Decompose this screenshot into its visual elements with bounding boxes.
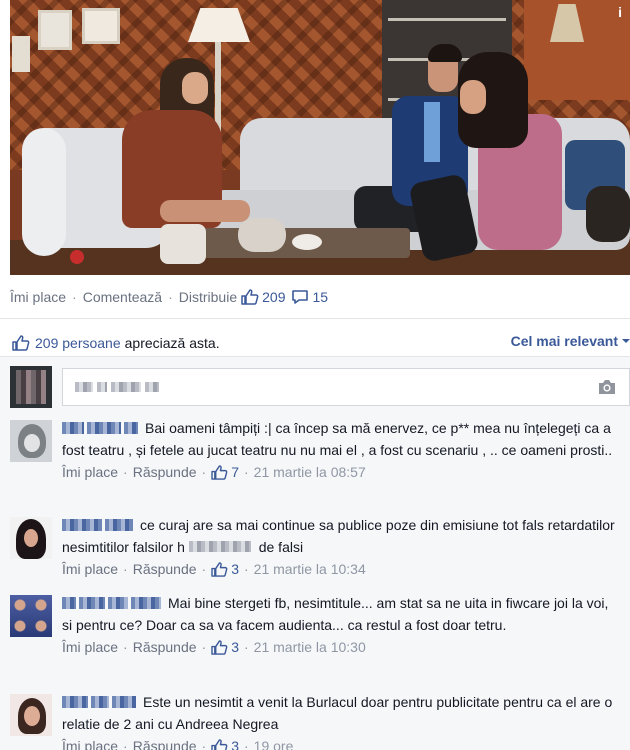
redacted-name (111, 382, 141, 392)
avatar[interactable] (10, 517, 52, 559)
picture-frame (12, 36, 30, 72)
separator-dot: · (168, 289, 173, 305)
like-count[interactable]: 209 (241, 289, 285, 305)
speech-bubble-icon (291, 289, 309, 305)
redacted-name (75, 382, 93, 392)
person-face (460, 80, 486, 114)
thumbs-up-icon (12, 335, 30, 351)
comment-count[interactable]: 15 (291, 289, 328, 305)
comment-meta: Îmi place · Răspunde · 3 · 21 martie la … (62, 559, 622, 581)
comment-meta: Îmi place · Răspunde · 3 · 19 ore (62, 736, 622, 750)
comment-body: ce curaj are sa mai continue sa publice … (62, 515, 622, 581)
comment-text: ce curaj are sa mai continue sa publice … (62, 517, 615, 555)
avatar[interactable] (10, 595, 52, 637)
comment-body: Bai oameni tâmpiți :| ca încep sa mă ene… (62, 418, 622, 484)
person-legs (160, 200, 250, 222)
like-link[interactable]: Îmi place (10, 289, 66, 305)
teacup (292, 234, 322, 250)
separator-dot: · (72, 289, 77, 305)
comment-author[interactable] (62, 516, 136, 537)
comment-meta: Îmi place · Răspunde · 3 · 21 martie la … (62, 637, 622, 659)
comment-reply-link[interactable]: Răspunde (133, 462, 197, 483)
comment-reply-link[interactable]: Răspunde (133, 736, 197, 750)
comment-like-count[interactable]: 3 (211, 637, 239, 658)
comment-like-count[interactable]: 7 (211, 462, 239, 483)
divider (0, 318, 630, 319)
teapot (160, 224, 206, 264)
comment-link[interactable]: Comentează (83, 289, 162, 305)
likers-link[interactable]: 209 persoane (35, 335, 121, 351)
like-count-value: 209 (262, 289, 286, 305)
likes-summary: 209 persoane apreciază asta. Cel mai rel… (12, 333, 630, 353)
comment-author[interactable] (62, 594, 164, 615)
comment-like-link[interactable]: Îmi place (62, 637, 118, 658)
comment-reply-link[interactable]: Răspunde (133, 559, 197, 580)
comment-author[interactable] (62, 419, 141, 440)
comment-timestamp[interactable]: 21 martie la 10:30 (254, 637, 366, 658)
avatar (10, 366, 52, 408)
sort-dropdown[interactable]: Cel mai relevant (511, 333, 630, 349)
teapot (238, 218, 286, 252)
comment-text: Bai oameni tâmpiți :| ca încep sa mă ene… (62, 420, 613, 458)
person-hair (428, 44, 462, 62)
comment-author[interactable] (62, 693, 139, 714)
comment-timestamp[interactable]: 19 ore (254, 736, 294, 750)
comment-timestamp[interactable]: 21 martie la 08:57 (254, 462, 366, 483)
share-link[interactable]: Distribuie (179, 289, 237, 305)
thumbs-up-icon (211, 640, 228, 656)
comment-like-count[interactable]: 3 (211, 559, 239, 580)
comment-like-count[interactable]: 3 (211, 736, 239, 750)
comment-meta: Îmi place · Răspunde · 7 · 21 martie la … (62, 462, 622, 484)
sort-label: Cel mai relevant (510, 333, 618, 349)
comment-like-link[interactable]: Îmi place (62, 559, 118, 580)
avatar[interactable] (10, 420, 52, 462)
comment-body: Mai bine stergeti fb, nesimtitule... am … (62, 593, 622, 659)
picture-frame (82, 8, 120, 44)
thumbs-up-icon (241, 289, 259, 305)
redacted-text (188, 540, 251, 552)
thumbs-up-icon (211, 562, 228, 578)
armchair-arm (22, 128, 66, 256)
post-action-bar: Îmi place · Comentează · Distribuie 209 … (10, 286, 328, 308)
camera-icon[interactable] (597, 379, 617, 400)
comment-like-link[interactable]: Îmi place (62, 736, 118, 750)
avatar[interactable] (10, 694, 52, 736)
comment-timestamp[interactable]: 21 martie la 10:34 (254, 559, 366, 580)
person-face (182, 72, 208, 104)
comment-reply-link[interactable]: Răspunde (133, 637, 197, 658)
thumbs-up-icon (211, 739, 228, 750)
channel-logo: i (618, 4, 622, 20)
redacted-name (145, 382, 159, 392)
comment-body: Este un nesimtit a venit la Burlacul doa… (62, 692, 622, 750)
comment-text: Este un nesimtit a venit la Burlacul doa… (62, 694, 613, 732)
dog (586, 186, 630, 242)
person-shirt (424, 102, 440, 162)
comment-text-end: de falsi (258, 538, 304, 555)
thumbs-up-icon (211, 465, 228, 481)
flower (70, 250, 84, 264)
comment-like-link[interactable]: Îmi place (62, 462, 118, 483)
picture-frame (38, 10, 72, 50)
chevron-down-icon (622, 338, 630, 344)
lamp-stand (215, 42, 221, 132)
likes-summary-text: apreciază asta. (124, 335, 220, 351)
post-photo[interactable]: i (10, 0, 630, 275)
redacted-name (97, 382, 107, 392)
comment-input[interactable] (62, 368, 630, 406)
comment-count-value: 15 (312, 289, 329, 305)
